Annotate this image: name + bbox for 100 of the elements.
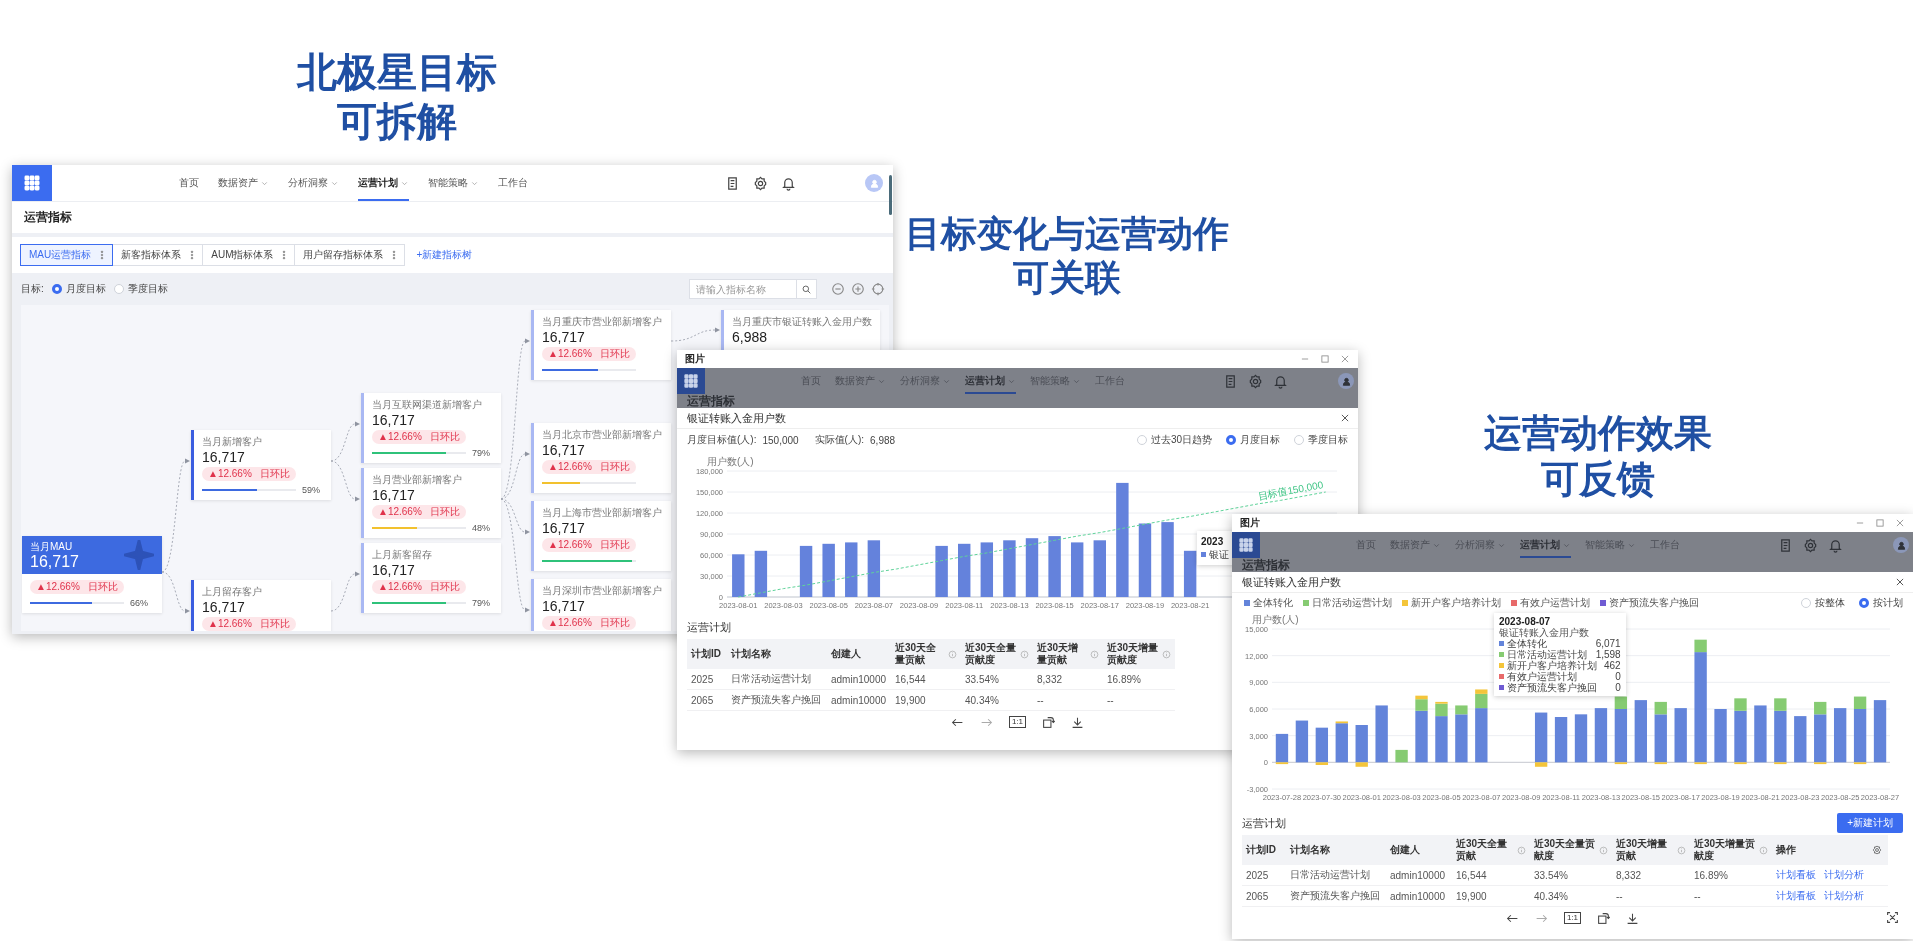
radio-button[interactable]: 月度目标 [1226,433,1280,447]
change-value: ▲12.66% [548,460,592,474]
column-header: 近30天增量贡献度 [1694,838,1757,862]
metric-title: 当月重庆市银证转账入金用户数 [732,315,872,328]
nav-tab[interactable]: 数据资产 [218,165,269,201]
fit-view-icon[interactable] [871,282,885,296]
nav-tab[interactable]: 工作台 [498,165,528,201]
table-cell: 33.54% [1530,865,1612,886]
radio-button[interactable]: 按计划 [1859,596,1903,610]
metric-card[interactable]: 当月重庆市银证转账入金用户数 6,988 [721,310,880,351]
settings-icon[interactable] [1872,845,1882,855]
radio-button[interactable]: 过去30日趋势 [1136,433,1212,447]
scrollbar-thumb[interactable] [889,175,892,215]
metric-card[interactable]: 当月重庆市营业部新增客户 16,717 ▲12.66% 日环比 [531,310,671,380]
change-value: ▲12.66% [36,580,80,594]
radio-button[interactable]: 季度目标 [1294,433,1348,447]
change-value: ▲12.66% [548,616,592,630]
zoom-in-icon[interactable] [851,282,865,296]
stat-value: 150,000 [762,434,799,446]
rotate-icon[interactable] [1042,715,1056,729]
comparison-label: 日环比 [599,538,630,552]
close-icon[interactable] [1895,577,1905,587]
column-header: 创建人 [1390,844,1420,856]
avatar-icon[interactable] [1338,373,1354,389]
metric-card[interactable]: 当月MAU 16,717 ▲12.66% 日环比 66% [22,536,162,613]
comparison-label: 日环比 [259,467,290,481]
nav-tab[interactable]: 运营计划 [965,368,1016,394]
tooltip-value: 0 [1614,682,1621,693]
app-menu-button[interactable] [677,368,705,394]
nav-tab[interactable]: 首页 [179,165,199,201]
comparison-label: 日环比 [87,580,118,594]
download-icon[interactable] [1626,911,1640,925]
metric-card[interactable]: 当月营业部新增客户 16,717 ▲12.66% 日环比 48% [361,468,501,538]
actual-size-button[interactable]: 1:1 [1008,716,1027,728]
new-plan-button[interactable]: +新建计划 [1837,813,1903,833]
tab[interactable]: 用户留存指标体系 [294,244,406,266]
actual-size-button[interactable]: 1:1 [1563,912,1582,924]
metric-title: 当月营业部新增客户 [372,473,462,486]
slide-heading: 目标变化与运营动作 可关联 [905,212,1229,300]
nav-tab[interactable]: 运营计划 [1520,532,1571,558]
search-field[interactable]: 请输入指标名称 [689,279,797,299]
scan-icon[interactable] [1886,911,1899,924]
metric-value: 16,717 [372,411,415,429]
user-icon [1895,539,1907,551]
radio-button[interactable]: 按整体 [1801,596,1845,610]
app-menu-button[interactable] [1232,532,1260,558]
search-icon[interactable] [801,283,812,295]
comparison-label: 日环比 [599,347,630,361]
tooltip-label: 全体转化 [1507,638,1547,649]
rotate-icon[interactable] [1597,911,1611,925]
table-link[interactable]: 计划分析 [1824,889,1864,903]
download-icon[interactable] [1071,715,1085,729]
metric-card[interactable]: 当月新增客户 16,717 ▲12.66% 日环比 59% [191,430,331,500]
settings-icon[interactable] [753,175,768,191]
metric-card[interactable]: 上月留存客户 16,717 ▲12.66% 日环比 [191,580,331,631]
stat-label: 实际值(人): [814,433,865,447]
column-header: 近30天全量贡献度 [965,642,1018,666]
comparison-label: 日环比 [599,460,630,474]
maximize-icon[interactable] [1875,518,1885,528]
radio-button[interactable]: 月度目标 [51,282,106,296]
stat-label: 月度目标值(人): [687,433,757,447]
table-cell: admin10000 [827,669,891,690]
app-grid-icon[interactable] [23,174,41,192]
tab[interactable]: 新客指标体系 [112,244,204,266]
metric-card[interactable]: 当月深圳市营业部新增客户 16,717 ▲12.66% 日环比 [531,579,671,631]
metric-value: 16,717 [202,598,245,616]
radio-button[interactable]: 季度目标 [113,282,168,296]
page-title: 运营指标 [24,209,72,226]
metric-value: 16,717 [542,328,585,346]
metric-card[interactable]: 当月上海市营业部新增客户 16,717 ▲12.66% 日环比 [531,501,671,571]
column-header: 计划名称 [1290,844,1330,856]
metric-card[interactable]: 当月北京市营业部新增客户 16,717 ▲12.66% 日环比 [531,423,671,493]
table-link[interactable]: 计划看板 [1776,868,1816,882]
metric-card[interactable]: 上月新客留存 16,717 ▲12.66% 日环比 79% [361,543,501,613]
tab[interactable]: AUM指标体系 [202,244,296,266]
close-icon[interactable] [1340,413,1350,423]
bell-icon[interactable] [781,175,796,191]
column-header: 计划ID [691,648,721,660]
metric-title: 当月互联网渠道新增客户 [372,398,482,411]
app-menu-button[interactable] [12,165,52,201]
avatar-icon[interactable] [1893,537,1909,553]
document-icon[interactable] [725,175,740,191]
table-link[interactable]: 计划看板 [1776,889,1816,903]
table-cell: 40.34% [961,689,1033,711]
panel-title: 银证转账入金用户数 [1242,574,1341,590]
nav-tab[interactable]: 智能策略 [428,165,479,201]
table-cell: 16.89% [1690,865,1772,886]
nav-tab[interactable]: 运营计划 [358,165,409,201]
app-grid-icon[interactable] [683,373,699,389]
table-link[interactable]: 计划分析 [1824,868,1864,882]
section-title: 运营计划 [687,619,731,635]
tab[interactable]: MAU运营指标 [20,244,114,266]
app-grid-icon[interactable] [1238,537,1254,553]
zoom-out-icon[interactable] [831,282,845,296]
metric-card[interactable]: 当月互联网渠道新增客户 16,717 ▲12.66% 日环比 79% [361,393,501,463]
nav-tab[interactable]: 分析洞察 [288,165,339,201]
add-link[interactable]: +新建指标树 [416,248,473,262]
maximize-icon[interactable] [1320,354,1330,364]
progress-percent: 59% [302,485,320,495]
column-header: 近30天全量贡献 [895,642,938,666]
